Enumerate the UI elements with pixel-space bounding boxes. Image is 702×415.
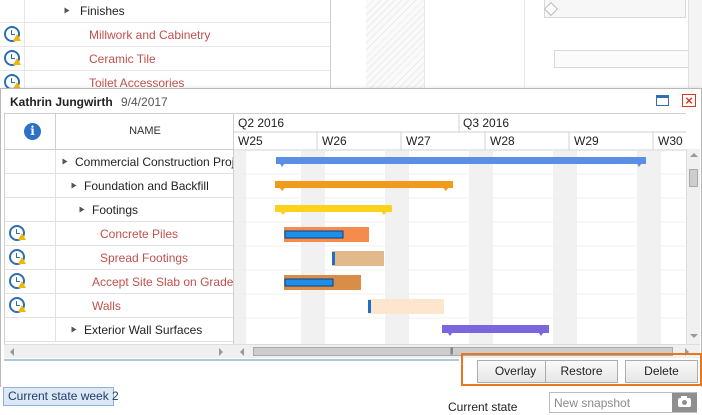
scroll-thumb[interactable] xyxy=(689,169,698,187)
grid-row[interactable]: Concrete Piles xyxy=(5,222,233,246)
scroll-right-icon[interactable] xyxy=(219,348,223,356)
scroll-left-icon[interactable] xyxy=(10,348,14,356)
schedule-warning-icon xyxy=(9,225,26,241)
maximize-icon[interactable] xyxy=(656,95,669,106)
schedule-warning-icon xyxy=(9,297,26,313)
schedule-warning-icon xyxy=(9,273,26,289)
week-label: W25 xyxy=(238,134,263,148)
task-name: Commercial Construction Proj... xyxy=(75,155,245,169)
indicator-cell xyxy=(5,318,56,341)
schedule-warning-icon xyxy=(9,249,26,265)
week-label: W26 xyxy=(322,134,347,148)
indicator-cell xyxy=(5,270,56,293)
background-splitter[interactable] xyxy=(330,0,331,95)
snapshot-actions: Overlay Restore Delete xyxy=(461,353,702,386)
delete-button[interactable]: Delete xyxy=(625,360,698,383)
week-label: W29 xyxy=(574,134,599,148)
name-column-header[interactable]: NAME xyxy=(57,125,233,137)
new-snapshot-input[interactable] xyxy=(550,393,670,412)
summary-bar-exterior-walls[interactable] xyxy=(442,325,549,336)
vertical-scrollbar[interactable] xyxy=(686,149,700,344)
new-snapshot-box xyxy=(549,392,697,413)
background-gridline xyxy=(524,0,525,95)
snapshot-popup: Kathrin Jungwirth 9/4/2017 × i NAME Comm… xyxy=(0,88,702,390)
collapse-triangle-icon[interactable] xyxy=(62,158,68,165)
gantt-svg: Q2 2016 Q3 2016 W25 W26 W27 W28 W29 W30 xyxy=(234,114,686,344)
collapse-triangle-icon[interactable] xyxy=(79,206,85,213)
week-label: W28 xyxy=(490,134,515,148)
task-grid: i NAME Commercial Construction Proj... F… xyxy=(4,113,244,344)
background-nonworking-area xyxy=(366,0,424,95)
grid-row[interactable]: Exterior Wall Surfaces xyxy=(5,318,233,342)
grid-row[interactable]: Accept Site Slab on Grade xyxy=(5,270,233,294)
background-row[interactable]: Millwork and Cabinetry xyxy=(0,23,330,47)
grip-icon: ||| xyxy=(450,348,454,355)
background-gridline xyxy=(424,0,425,95)
task-name: Footings xyxy=(92,203,139,217)
task-name: Millwork and Cabinetry xyxy=(89,28,211,42)
overlay-button[interactable]: Overlay xyxy=(477,360,554,383)
close-icon[interactable]: × xyxy=(682,94,696,107)
indicator-cell xyxy=(5,222,56,245)
schedule-warning-icon xyxy=(0,23,24,47)
collapse-triangle-icon[interactable] xyxy=(64,7,70,14)
popup-header: Kathrin Jungwirth 9/4/2017 × xyxy=(1,89,701,113)
summary-bar-commercial-construction[interactable] xyxy=(276,157,646,167)
snapshot-user: Kathrin Jungwirth xyxy=(10,95,113,109)
task-bar-concrete-piles[interactable] xyxy=(284,227,369,242)
task-name: Foundation and Backfill xyxy=(84,179,209,193)
task-name: Finishes xyxy=(80,4,125,18)
weekend-shading xyxy=(234,151,661,344)
info-icon: i xyxy=(24,123,41,140)
grid-row[interactable]: Foundation and Backfill xyxy=(5,174,233,198)
week-label: W30 xyxy=(658,134,683,148)
collapse-triangle-icon[interactable] xyxy=(71,326,77,333)
background-row[interactable]: Ceramic Tile xyxy=(0,47,330,71)
grid-horizontal-scrollbar[interactable] xyxy=(4,344,233,358)
quarter-label: Q2 2016 xyxy=(238,116,284,130)
scroll-left-icon[interactable] xyxy=(240,348,244,356)
grid-header: i NAME xyxy=(5,114,233,150)
take-snapshot-button[interactable] xyxy=(672,393,697,412)
background-scrollbar[interactable] xyxy=(688,0,702,95)
indicator-cell xyxy=(5,198,56,221)
task-name: Spread Footings xyxy=(100,251,189,265)
schedule-warning-icon xyxy=(0,47,24,71)
task-name: Accept Site Slab on Grade xyxy=(92,275,234,289)
snapshot-bar: Current state week 2 Current state xyxy=(0,387,702,415)
scroll-up-icon[interactable] xyxy=(690,153,698,157)
grid-row[interactable]: Commercial Construction Proj... xyxy=(5,150,244,174)
indicator-cell xyxy=(5,174,56,197)
task-bar-accept-site-slab[interactable] xyxy=(284,275,361,290)
restore-button[interactable]: Restore xyxy=(545,360,618,383)
gantt-chart: Q2 2016 Q3 2016 W25 W26 W27 W28 W29 W30 xyxy=(233,113,686,344)
info-column-header[interactable]: i xyxy=(5,114,56,150)
indicator-cell xyxy=(5,294,56,317)
task-bar-spread-footings[interactable] xyxy=(332,251,384,266)
grid-row[interactable]: Footings xyxy=(5,198,233,222)
current-state-label: Current state xyxy=(448,400,518,414)
task-name: Ceramic Tile xyxy=(89,52,156,66)
task-name: Walls xyxy=(92,299,121,313)
scroll-down-icon[interactable] xyxy=(690,334,698,338)
background-row[interactable]: Finishes xyxy=(0,0,330,23)
task-bar-walls[interactable] xyxy=(368,299,444,314)
grid-row[interactable]: Spread Footings xyxy=(5,246,233,270)
task-name: Concrete Piles xyxy=(100,227,179,241)
panel-separator xyxy=(4,359,459,361)
summary-bar-footings[interactable] xyxy=(275,205,392,215)
collapse-triangle-icon[interactable] xyxy=(71,182,77,189)
indicator-cell xyxy=(5,246,56,269)
background-bar xyxy=(554,50,694,68)
snapshot-date: 9/4/2017 xyxy=(121,95,168,109)
indicator-cell xyxy=(5,150,56,173)
background-bar xyxy=(544,0,686,18)
task-name: Exterior Wall Surfaces xyxy=(84,323,203,337)
quarter-label: Q3 2016 xyxy=(463,116,509,130)
grid-row[interactable]: Walls xyxy=(5,294,233,318)
background-task-list: Finishes Millwork and Cabinetry Ceramic … xyxy=(0,0,330,95)
snapshot-tab[interactable]: Current state week 2 xyxy=(3,387,119,406)
week-label: W27 xyxy=(406,134,431,148)
